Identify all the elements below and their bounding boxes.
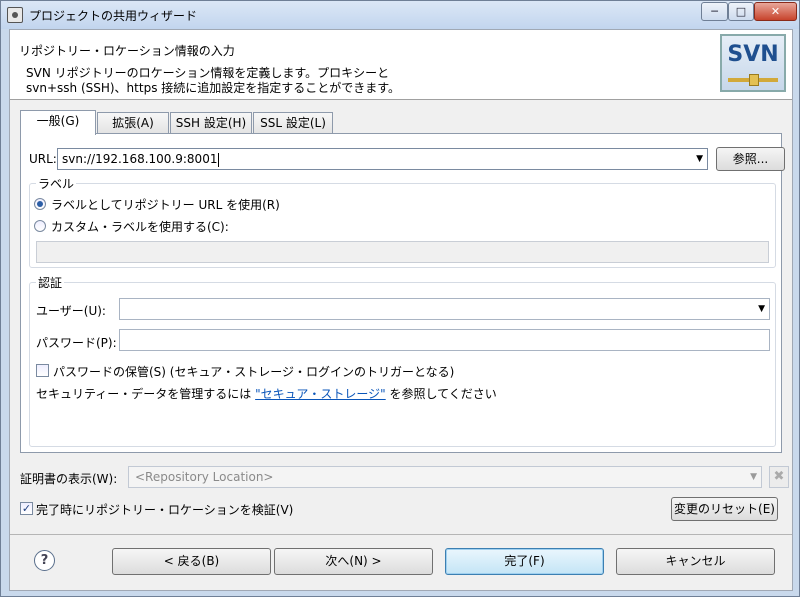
certificate-label: 証明書の表示(W): <box>20 472 118 486</box>
finish-button[interactable]: 完了(F) <box>445 548 604 575</box>
label-group: ラベル ラベルとしてリポジトリー URL を使用(R) カスタム・ラベルを使用す… <box>29 175 776 268</box>
svn-logo-text: SVN <box>727 42 779 67</box>
radio-use-url-label[interactable] <box>34 198 46 210</box>
url-combo[interactable]: svn://192.168.100.9:8001 ▼ <box>57 148 708 170</box>
tab-general[interactable]: 一般(G) <box>20 110 96 135</box>
tab-panel-general: URL: svn://192.168.100.9:8001 ▼ 参照... ラベ… <box>20 133 785 453</box>
secure-storage-note: セキュリティー・データを管理するには "セキュア・ストレージ" を参照してくださ… <box>36 385 497 402</box>
validate-label: 完了時にリポジトリー・ロケーションを検証(V) <box>36 503 294 517</box>
url-label: URL: <box>29 152 57 166</box>
text-caret <box>218 152 220 167</box>
chevron-down-icon[interactable]: ▼ <box>696 154 703 164</box>
title-bar[interactable]: プロジェクトの共用ウィザード ─ □ ✕ <box>1 1 799 29</box>
certificate-value: <Repository Location> <box>135 470 274 484</box>
url-value-wrap: svn://192.168.100.9:8001 <box>62 152 220 167</box>
maximize-button[interactable]: □ <box>728 2 754 21</box>
svn-logo-knob <box>749 74 759 86</box>
tab-ssh-settings[interactable]: SSH 設定(H) <box>170 112 252 134</box>
password-label: パスワード(P): <box>36 336 117 350</box>
auth-group-title: 認証 <box>36 274 65 291</box>
user-label: ユーザー(U): <box>36 304 106 318</box>
back-button[interactable]: < 戻る(B) <box>112 548 271 575</box>
wizard-banner: リポジトリー・ロケーション情報の入力 SVN リポジトリーのロケーション情報を定… <box>10 30 792 100</box>
clear-certificate-icon: ✖ <box>769 466 789 488</box>
save-password-checkbox[interactable] <box>36 364 49 377</box>
banner-title: リポジトリー・ロケーション情報の入力 <box>19 44 235 58</box>
auth-group: 認証 ユーザー(U): ▼ パスワード(P): パスワードの保管(S) (セキュ… <box>29 274 776 447</box>
banner-description-line1: SVN リポジトリーのロケーション情報を定義します。プロキシーと <box>26 66 390 80</box>
custom-label-text: カスタム・ラベルを使用する(C): <box>51 220 229 234</box>
minimize-button[interactable]: ─ <box>701 2 728 21</box>
validate-checkbox[interactable]: ✓ <box>20 502 33 515</box>
close-button[interactable]: ✕ <box>754 2 797 21</box>
footer-separator <box>10 534 792 535</box>
tab-ssl-settings[interactable]: SSL 設定(L) <box>253 112 333 134</box>
tab-advanced[interactable]: 拡張(A) <box>97 112 169 134</box>
secure-storage-prefix: セキュリティー・データを管理するには <box>36 387 252 401</box>
radio-custom-label[interactable] <box>34 220 46 232</box>
svn-logo: SVN <box>720 34 786 92</box>
cancel-button[interactable]: キャンセル <box>616 548 775 575</box>
reset-changes-button[interactable]: 変更のリセット(E) <box>671 497 778 521</box>
chevron-down-icon: ▼ <box>750 472 757 482</box>
next-button[interactable]: 次へ(N) > <box>274 548 433 575</box>
wizard-window: プロジェクトの共用ウィザード ─ □ ✕ リポジトリー・ロケーション情報の入力 … <box>0 0 800 597</box>
certificate-combo: <Repository Location> ▼ <box>128 466 762 488</box>
use-url-label-text: ラベルとしてリポジトリー URL を使用(R) <box>51 198 280 212</box>
window-title: プロジェクトの共用ウィザード <box>29 9 198 23</box>
label-group-title: ラベル <box>36 175 77 192</box>
url-value: svn://192.168.100.9:8001 <box>62 152 218 166</box>
banner-description: SVN リポジトリーのロケーション情報を定義します。プロキシーと svn+ssh… <box>26 66 400 96</box>
custom-label-input[interactable] <box>36 241 769 263</box>
password-input[interactable] <box>119 329 770 351</box>
app-icon <box>7 7 23 23</box>
dialog-body: リポジトリー・ロケーション情報の入力 SVN リポジトリーのロケーション情報を定… <box>9 29 793 591</box>
chevron-down-icon[interactable]: ▼ <box>758 304 765 314</box>
browse-button[interactable]: 参照... <box>716 147 785 171</box>
banner-description-line2: svn+ssh (SSH)、https 接続に追加設定を指定することができます。 <box>26 81 401 95</box>
user-combo[interactable]: ▼ <box>119 298 770 320</box>
save-password-label: パスワードの保管(S) (セキュア・ストレージ・ログインのトリガーとなる) <box>53 365 455 379</box>
help-icon[interactable]: ? <box>34 550 55 571</box>
secure-storage-suffix: を参照してください <box>389 387 497 401</box>
secure-storage-link[interactable]: "セキュア・ストレージ" <box>255 387 386 401</box>
